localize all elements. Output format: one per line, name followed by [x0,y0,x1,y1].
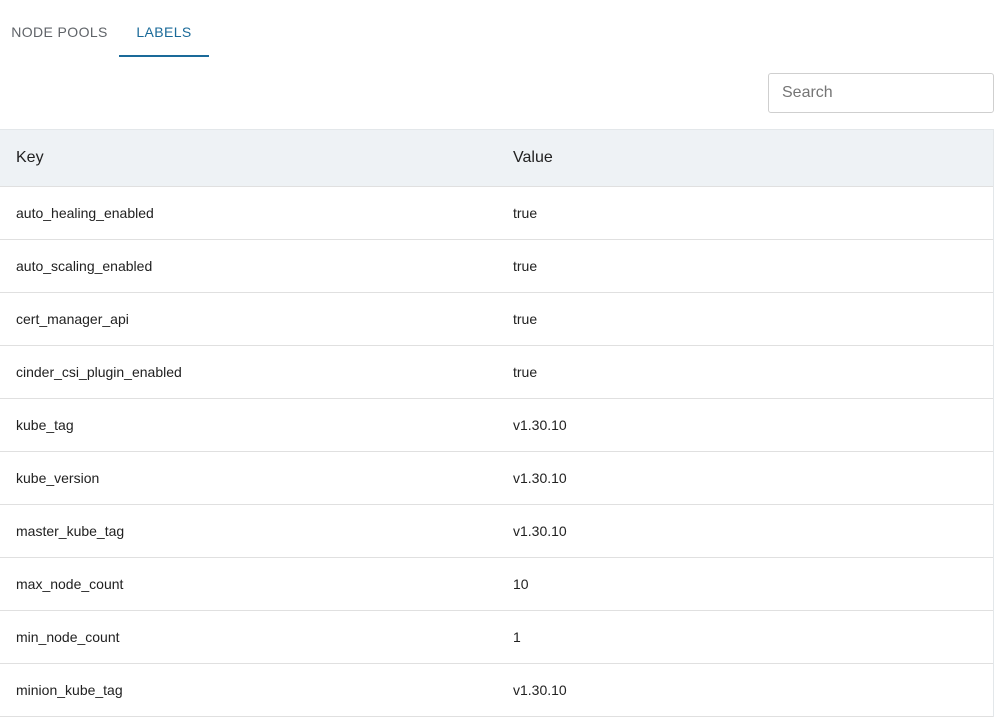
row-value: v1.30.10 [513,470,567,486]
row-value: 10 [513,576,529,592]
table-row: master_kube_tag v1.30.10 [0,505,993,558]
row-key: min_node_count [16,629,120,645]
table-row: auto_scaling_enabled true [0,240,993,293]
row-key: master_kube_tag [16,523,125,539]
row-key: auto_scaling_enabled [16,258,153,274]
row-key: kube_version [16,470,100,486]
table-row: auto_healing_enabled true [0,187,993,240]
row-key: minion_kube_tag [16,682,123,698]
row-key: cinder_csi_plugin_enabled [16,364,182,380]
row-key: cert_manager_api [16,311,129,327]
tab-bar: NODE POOLS LABELS [0,0,996,57]
tab-node-pools[interactable]: NODE POOLS [0,0,119,57]
row-value: true [513,258,538,274]
table-row: minion_kube_tag v1.30.10 [0,664,993,717]
labels-table: Key Value auto_healing_enabled true auto… [0,129,994,717]
row-value: v1.30.10 [513,523,567,539]
row-key: max_node_count [16,576,124,592]
row-value: true [513,311,538,327]
table-row: kube_version v1.30.10 [0,452,993,505]
table-row: cert_manager_api true [0,293,993,346]
column-header-value[interactable]: Value [497,149,993,167]
search-input[interactable] [768,73,994,113]
row-value: v1.30.10 [513,682,567,698]
row-value: 1 [513,629,521,645]
row-value: true [513,364,538,380]
row-value: v1.30.10 [513,417,567,433]
tab-labels[interactable]: LABELS [119,0,209,57]
table-row: kube_tag v1.30.10 [0,399,993,452]
table-row: cinder_csi_plugin_enabled true [0,346,993,399]
row-key: auto_healing_enabled [16,205,154,221]
table-row: min_node_count 1 [0,611,993,664]
row-value: true [513,205,538,221]
table-row: max_node_count 10 [0,558,993,611]
table-header: Key Value [0,130,993,187]
row-key: kube_tag [16,417,74,433]
column-header-key[interactable]: Key [0,149,497,167]
